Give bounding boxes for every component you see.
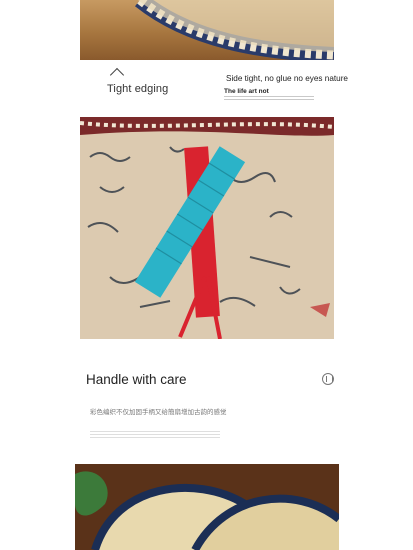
fans-illustration <box>75 464 339 550</box>
fan-edge-illustration <box>80 0 334 60</box>
product-photo-fans <box>75 464 339 550</box>
handle-illustration <box>80 117 334 339</box>
chevron-up-icon <box>109 67 125 83</box>
edge-caption-sub: The life art not <box>224 88 269 95</box>
fine-print-lines <box>224 96 314 102</box>
section-emblem-icon <box>322 373 334 385</box>
tight-edging-label: Tight edging <box>107 83 169 95</box>
fine-print-lines-2 <box>90 431 220 440</box>
section-title: Handle with care <box>86 372 187 387</box>
product-photo-fan-edge <box>80 0 334 60</box>
edge-caption: Side tight, no glue no eyes nature <box>226 74 348 83</box>
product-photo-handle <box>80 117 334 339</box>
description-text: 彩色编织不仅加固手柄又给簡扇增加古韵的感觉 <box>90 409 227 416</box>
